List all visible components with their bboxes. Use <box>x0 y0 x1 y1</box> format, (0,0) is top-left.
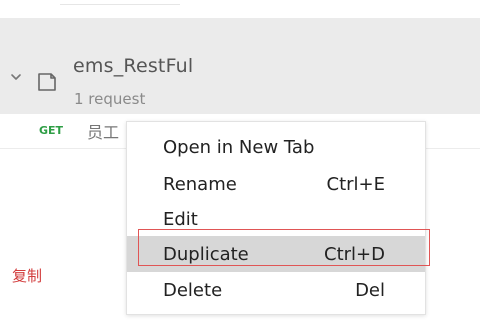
request-name: 员工 <box>87 123 120 142</box>
menu-item-label: Rename <box>163 174 237 195</box>
annotation-label: 复制 <box>12 267 43 285</box>
menu-item-label: Edit <box>163 209 198 230</box>
chevron-down-icon[interactable] <box>9 70 23 84</box>
menu-item-shortcut: Ctrl+E <box>326 174 385 195</box>
highlight-callout-box <box>138 229 430 266</box>
collection-row[interactable]: ems_RestFul 1 request <box>0 18 480 114</box>
collection-request-count: 1 request <box>74 90 146 108</box>
divider <box>60 0 180 5</box>
collection-folder-icon <box>38 73 56 91</box>
menu-item-open-in-new-tab[interactable]: Open in New Tab <box>127 129 425 165</box>
menu-item-delete[interactable]: Delete Del <box>127 272 425 308</box>
request-method-badge: GET <box>39 124 64 137</box>
menu-item-label: Delete <box>163 280 223 301</box>
menu-item-rename[interactable]: Rename Ctrl+E <box>127 166 425 202</box>
top-strip <box>0 0 480 18</box>
collection-name: ems_RestFul <box>73 55 194 77</box>
context-menu: Open in New Tab Rename Ctrl+E Edit Dupli… <box>126 121 426 315</box>
menu-item-label: Open in New Tab <box>163 137 315 158</box>
menu-item-shortcut: Del <box>355 280 385 301</box>
